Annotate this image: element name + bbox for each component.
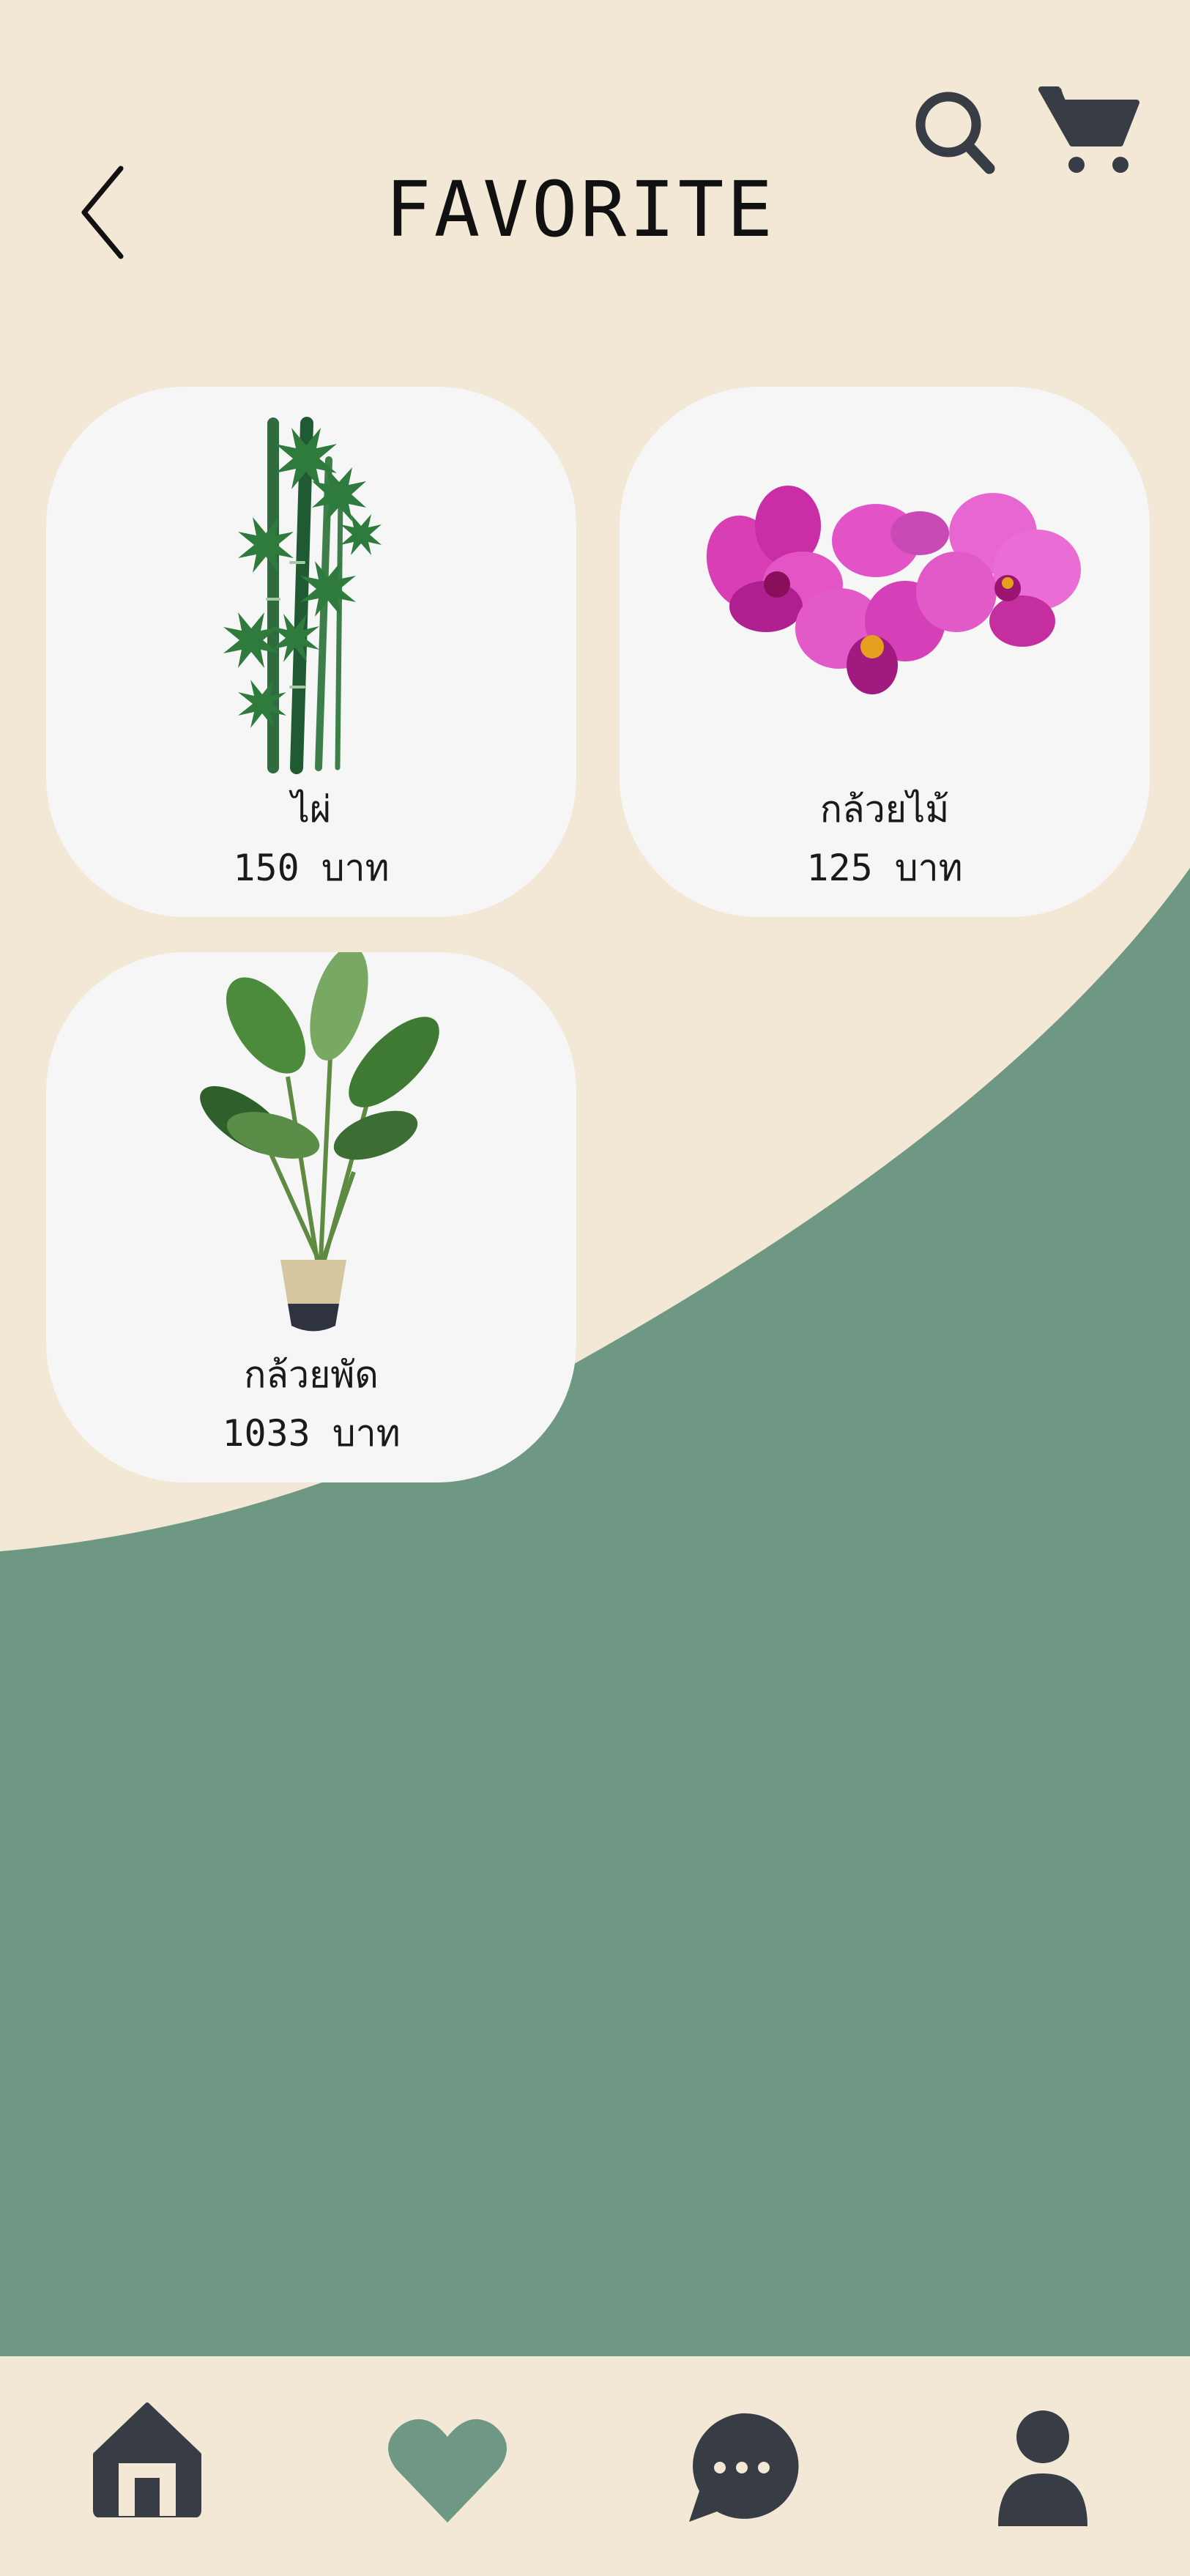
header: FAVORITE <box>0 0 1190 308</box>
orchid-image <box>706 486 1081 694</box>
heart-icon <box>388 2419 507 2523</box>
product-name: กล้วยไม้ <box>819 788 950 831</box>
favorite-card-travelers-palm[interactable]: กล้วยพัด 1033 บาท <box>46 952 576 1482</box>
travelers-palm-image <box>200 952 439 1332</box>
home-icon <box>93 2402 201 2517</box>
search-icon[interactable] <box>914 88 996 176</box>
nav-chat[interactable] <box>595 2356 893 2576</box>
nav-profile[interactable] <box>893 2356 1190 2576</box>
product-name: ไผ่ <box>291 788 332 831</box>
page-title: FAVORITE <box>385 165 776 254</box>
product-price: 1033 บาท <box>222 1412 401 1455</box>
nav-home[interactable] <box>0 2356 297 2576</box>
nav-favorite[interactable] <box>297 2356 595 2576</box>
bamboo-image <box>223 417 382 774</box>
favorite-card-orchid[interactable]: กล้วยไม้ 125 บาท <box>620 387 1150 917</box>
profile-icon <box>997 2410 1087 2526</box>
product-name: กล้วยพัด <box>244 1354 379 1396</box>
product-price: 150 บาท <box>233 847 390 889</box>
cart-icon[interactable] <box>1038 82 1141 177</box>
favorite-card-bamboo[interactable]: ไผ่ 150 บาท <box>46 387 576 917</box>
bottom-nav <box>0 2356 1190 2576</box>
product-price: 125 บาท <box>806 847 963 889</box>
chat-icon <box>688 2413 798 2522</box>
